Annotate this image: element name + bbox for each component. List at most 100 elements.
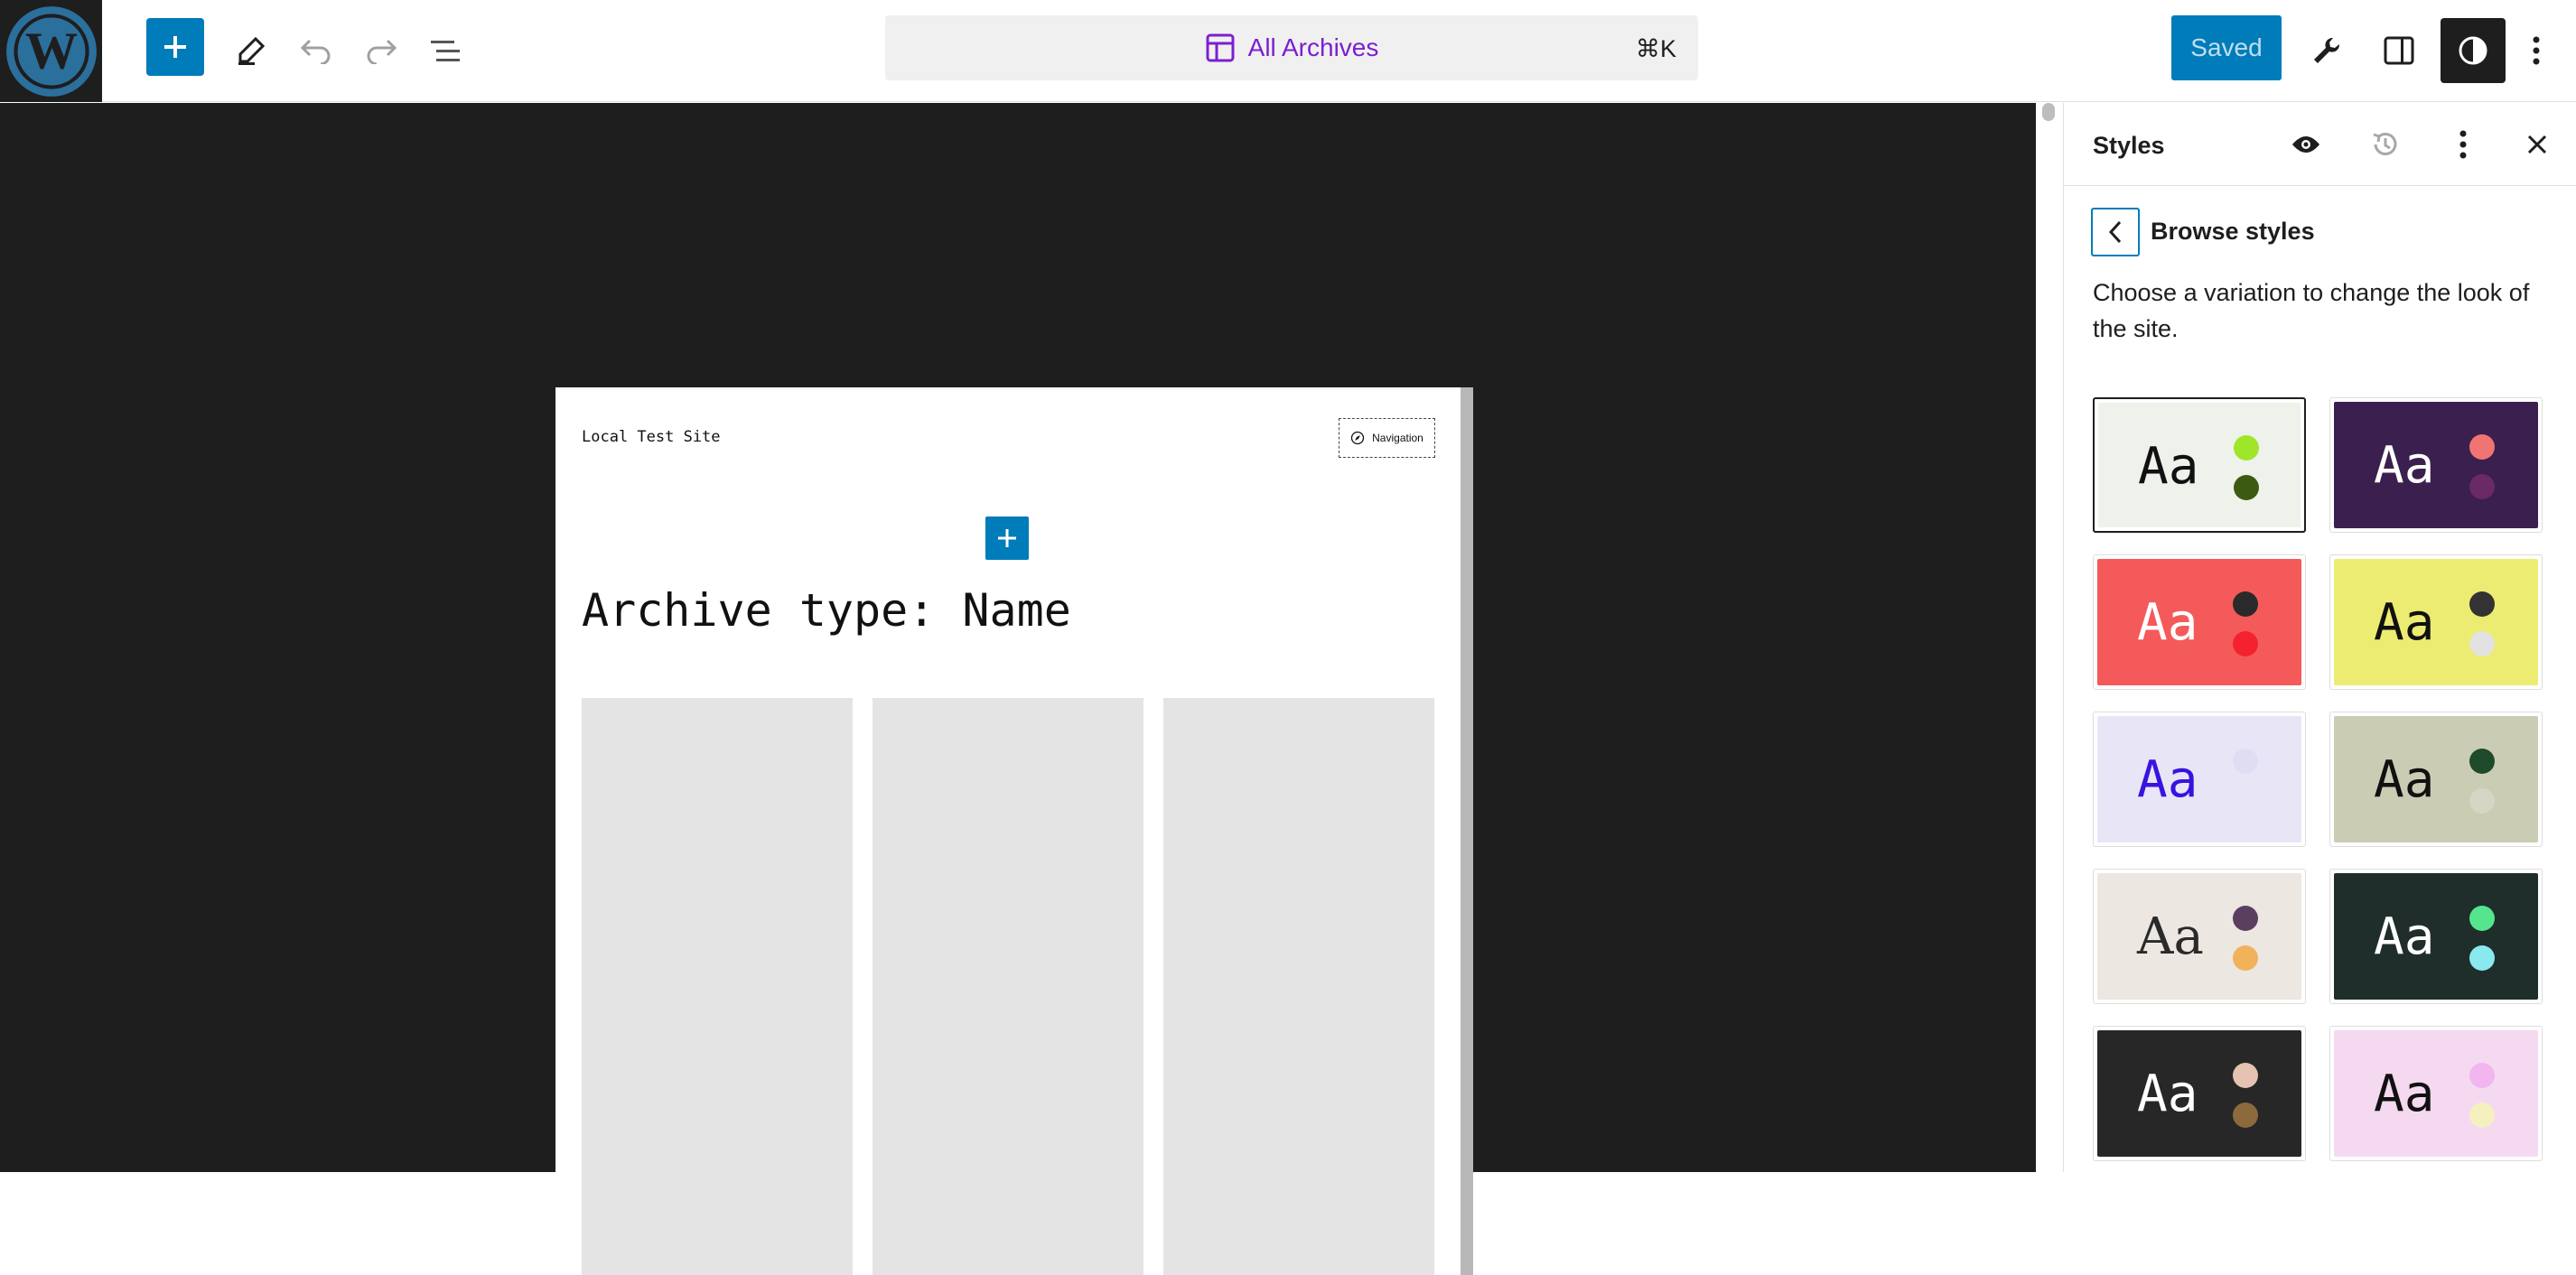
- redo-icon: [367, 39, 397, 64]
- undo-button[interactable]: [284, 18, 349, 83]
- style-variation-card[interactable]: Aa: [2329, 397, 2543, 533]
- template-preview-frame[interactable]: Local Test Site Navigation Archive type:…: [555, 387, 1473, 1275]
- style-variation-color-swatch: [2469, 749, 2495, 774]
- frame-scrollbar[interactable]: [1461, 387, 1473, 1275]
- style-variation-color-swatch: [2469, 434, 2495, 460]
- style-variation-color-swatch: [2234, 475, 2259, 500]
- navigation-label: Navigation: [1372, 432, 1423, 444]
- post-placeholder[interactable]: [873, 698, 1143, 1275]
- editor-toolbar: W All Archives ⌘K Saved: [0, 0, 2576, 102]
- style-variation-preview: Aa: [2334, 873, 2538, 1000]
- pen-icon: [238, 36, 266, 65]
- template-icon: [1206, 33, 1235, 62]
- style-variation-sample-text: Aa: [2137, 1065, 2198, 1123]
- close-sidebar-button[interactable]: [2517, 125, 2557, 164]
- browse-styles-description: Choose a variation to change the look of…: [2093, 279, 2530, 342]
- block-inserter-button[interactable]: [985, 517, 1029, 560]
- style-variation-color-swatch: [2469, 906, 2495, 931]
- keyboard-shortcut-label: ⌘K: [1635, 35, 1676, 62]
- post-placeholder[interactable]: [582, 698, 853, 1275]
- plus-icon: [164, 36, 186, 58]
- style-variation-color-swatch: [2233, 1063, 2258, 1088]
- style-variation-sample-text: Aa: [2374, 750, 2435, 809]
- sidebar-icon: [2384, 36, 2414, 65]
- plus-icon: [998, 529, 1016, 547]
- style-variation-color-swatch: [2233, 788, 2258, 814]
- style-variation-card[interactable]: Aa: [2329, 869, 2543, 1004]
- command-palette-bar[interactable]: All Archives ⌘K: [885, 15, 1698, 80]
- styles-button[interactable]: [2441, 18, 2506, 83]
- history-icon: [2373, 133, 2397, 155]
- archive-title[interactable]: Archive type: Name: [582, 584, 1071, 637]
- more-vertical-icon: [2459, 130, 2467, 159]
- close-icon: [2527, 135, 2547, 154]
- browse-styles-title: Browse styles: [2151, 218, 2315, 245]
- style-variation-sample-text: Aa: [2137, 593, 2198, 652]
- undo-icon: [300, 39, 331, 64]
- contrast-icon: [2459, 36, 2487, 65]
- style-variation-preview: Aa: [2097, 716, 2301, 842]
- style-variation-sample-text: Aa: [2374, 907, 2435, 966]
- style-variation-sample-text: Aa: [2137, 750, 2198, 809]
- tools-settings-button[interactable]: [2294, 18, 2359, 83]
- wordpress-logo-icon[interactable]: W: [0, 0, 102, 102]
- style-variation-color-swatch: [2469, 1103, 2495, 1128]
- navigation-block[interactable]: Navigation: [1339, 418, 1435, 458]
- saved-button[interactable]: Saved: [2171, 15, 2282, 80]
- style-variation-preview: Aa: [2334, 1030, 2538, 1157]
- style-variation-sample-text: Aa: [2374, 1065, 2435, 1123]
- add-block-button[interactable]: [146, 18, 204, 76]
- svg-text:W: W: [24, 21, 77, 79]
- style-variation-preview: Aa: [2097, 1030, 2301, 1157]
- style-variation-color-swatch: [2469, 1063, 2495, 1088]
- canvas-scrollbar[interactable]: [2042, 103, 2055, 121]
- eye-icon: [2292, 136, 2319, 153]
- style-variation-card[interactable]: Aa: [2093, 397, 2306, 533]
- style-variation-preview: Aa: [2098, 403, 2301, 527]
- redo-button[interactable]: [349, 18, 414, 83]
- style-variation-card[interactable]: Aa: [2329, 554, 2543, 690]
- style-variation-color-swatch: [2233, 631, 2258, 656]
- style-variation-card[interactable]: Aa: [2093, 869, 2306, 1004]
- list-view-button[interactable]: [414, 18, 479, 83]
- style-variation-color-swatch: [2469, 788, 2495, 814]
- list-view-icon: [431, 41, 460, 61]
- settings-sidebar-button[interactable]: [2366, 18, 2431, 83]
- style-variation-preview: Aa: [2334, 716, 2538, 842]
- style-variation-color-swatch: [2233, 906, 2258, 931]
- style-variation-color-swatch: [2233, 749, 2258, 774]
- style-variation-card[interactable]: Aa: [2329, 1026, 2543, 1161]
- style-variation-preview: Aa: [2334, 559, 2538, 685]
- style-book-button[interactable]: [2286, 125, 2326, 164]
- editor-canvas: Local Test Site Navigation Archive type:…: [0, 103, 2036, 1275]
- options-menu-button[interactable]: [2511, 18, 2562, 83]
- style-variation-color-swatch: [2469, 474, 2495, 499]
- wrench-icon: [2314, 37, 2340, 63]
- style-variation-card[interactable]: Aa: [2093, 712, 2306, 847]
- post-placeholder[interactable]: [1163, 698, 1434, 1275]
- style-variation-sample-text: Aa: [2138, 437, 2199, 496]
- sidebar-header: Styles: [2064, 103, 2576, 186]
- tools-button[interactable]: [219, 18, 284, 83]
- style-variation-sample-text: Aa: [2137, 907, 2204, 966]
- style-variation-color-swatch: [2233, 1103, 2258, 1128]
- style-variation-card[interactable]: Aa: [2329, 712, 2543, 847]
- current-template-label: All Archives: [1247, 33, 1379, 61]
- style-variation-color-swatch: [2469, 945, 2495, 971]
- chevron-left-icon: [2108, 220, 2122, 244]
- styles-options-button[interactable]: [2443, 125, 2483, 164]
- style-variation-sample-text: Aa: [2374, 436, 2435, 495]
- style-variation-color-swatch: [2234, 435, 2259, 461]
- more-vertical-icon: [2533, 36, 2540, 65]
- site-title[interactable]: Local Test Site: [582, 428, 721, 446]
- revisions-button[interactable]: [2366, 125, 2405, 164]
- styles-sidebar: Styles Browse styles Choose a variation …: [2063, 103, 2576, 1172]
- style-variation-color-swatch: [2233, 591, 2258, 617]
- style-variation-card[interactable]: Aa: [2093, 1026, 2306, 1161]
- back-button[interactable]: [2091, 208, 2140, 256]
- style-variation-preview: Aa: [2097, 559, 2301, 685]
- style-variation-preview: Aa: [2097, 873, 2301, 1000]
- style-variation-sample-text: Aa: [2374, 593, 2435, 652]
- style-variation-card[interactable]: Aa: [2093, 554, 2306, 690]
- style-variation-preview: Aa: [2334, 402, 2538, 528]
